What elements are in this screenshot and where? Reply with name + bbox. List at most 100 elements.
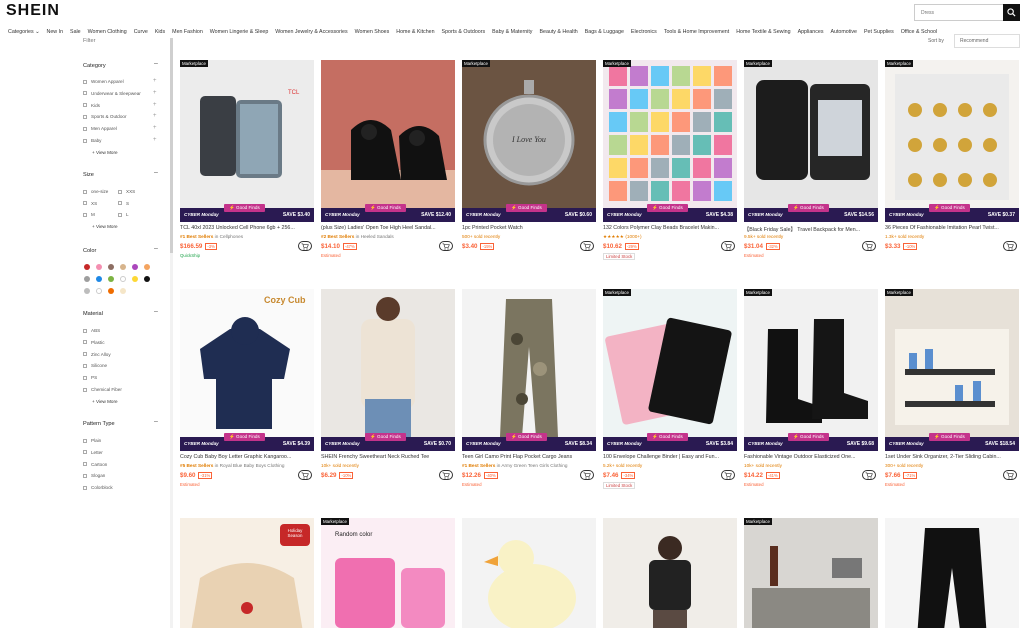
filter-option-category[interactable]: Sports & Outdoor (83, 114, 127, 119)
expand-icon[interactable]: + (153, 113, 157, 119)
product-image[interactable] (321, 289, 455, 437)
nav-item[interactable]: Home & Kitchen (396, 29, 434, 35)
checkbox[interactable] (83, 462, 87, 467)
product-title[interactable]: Teen Girl Camo Print Flap Pocket Cargo J… (462, 454, 596, 460)
nav-item[interactable]: Women Jewelry & Accessories (275, 29, 347, 35)
add-to-cart-button[interactable] (298, 241, 312, 251)
checkbox[interactable] (118, 201, 122, 205)
product-card[interactable]: Marketplace CYBER Monday ⚡ Good Finds SAVE … (603, 60, 737, 260)
checkbox[interactable] (83, 473, 87, 478)
sort-select[interactable]: Recommend (954, 34, 1020, 48)
product-image[interactable] (462, 289, 596, 437)
product-card[interactable] (885, 518, 1019, 628)
color-swatch[interactable] (132, 264, 138, 270)
nav-item[interactable]: Tools & Home Improvement (664, 29, 729, 35)
checkbox[interactable] (83, 450, 87, 455)
product-card[interactable]: Marketplace CYBER Monday ⚡ Good Finds SAVE … (744, 60, 878, 260)
product-title[interactable]: Fashionable Vintage Outdoor Elasticized … (744, 454, 878, 460)
add-to-cart-button[interactable] (580, 470, 594, 480)
product-title[interactable]: Cozy Cub Baby Boy Letter Graphic Kangaro… (180, 454, 314, 460)
add-to-cart-button[interactable] (298, 470, 312, 480)
nav-item[interactable]: Men Fashion (172, 29, 203, 35)
product-image[interactable] (744, 518, 878, 628)
nav-item[interactable]: Automotive (830, 29, 857, 35)
filter-option-size[interactable]: XXS (118, 189, 135, 194)
filter-option-material[interactable]: ABS (83, 328, 100, 333)
product-image[interactable] (462, 518, 596, 628)
add-to-cart-button[interactable] (439, 470, 453, 480)
checkbox[interactable] (83, 485, 87, 490)
checkbox[interactable] (83, 79, 87, 84)
nav-item[interactable]: Office & School (901, 29, 937, 35)
checkbox[interactable] (83, 103, 87, 108)
sidebar-scroll-thumb[interactable] (170, 38, 173, 253)
product-title[interactable]: 1pc Printed Pocket Watch (462, 225, 596, 231)
product-card[interactable]: Marketplace CYBER Monday ⚡ Good Finds SAVE … (885, 60, 1019, 260)
view-more-link[interactable]: + View More (92, 399, 118, 404)
nav-item[interactable]: Curve (134, 29, 148, 35)
color-swatch[interactable] (96, 288, 102, 294)
product-image[interactable] (885, 289, 1019, 437)
color-swatch[interactable] (108, 288, 114, 294)
product-title[interactable]: 100 Envelope Challenge Binder | Easy and… (603, 454, 737, 460)
filter-option-pattern[interactable]: Cartoon (83, 462, 107, 467)
checkbox[interactable] (83, 91, 87, 96)
color-swatch[interactable] (120, 288, 126, 294)
nav-item[interactable]: Sports & Outdoors (442, 29, 486, 35)
nav-item[interactable]: Appliances (798, 29, 824, 35)
size-collapse-toggle[interactable]: – (154, 169, 158, 176)
checkbox[interactable] (83, 352, 87, 357)
color-swatch[interactable] (120, 264, 126, 270)
checkbox[interactable] (83, 138, 87, 143)
product-image[interactable] (180, 289, 314, 437)
product-title[interactable]: 36 Pieces Of Fashionable Imitation Pearl… (885, 225, 1019, 231)
checkbox[interactable] (83, 114, 87, 119)
filter-option-material[interactable]: PS (83, 375, 97, 380)
filter-option-size[interactable]: one-size (83, 189, 108, 194)
checkbox[interactable] (83, 375, 87, 380)
view-more-link[interactable]: + View More (92, 224, 118, 229)
checkbox[interactable] (83, 387, 87, 392)
product-title[interactable]: 132 Colors Polymer Clay Beads Bracelet M… (603, 225, 737, 231)
product-card[interactable]: Marketplace CYBER Monday ⚡ Good Finds SAVE … (744, 289, 878, 489)
product-image[interactable] (885, 60, 1019, 208)
product-title[interactable]: 1set Under Sink Organizer, 2-Tier Slidin… (885, 454, 1019, 460)
nav-item[interactable]: Electronics (631, 29, 657, 35)
add-to-cart-button[interactable] (1003, 470, 1017, 480)
product-title[interactable]: 【Black Friday Sale】 Travel Backpack for … (744, 225, 878, 233)
color-swatch[interactable] (108, 264, 114, 270)
product-card[interactable]: CYBER Monday ⚡ Good Finds SAVE $8.34 Teen G… (462, 289, 596, 489)
add-to-cart-button[interactable] (580, 241, 594, 251)
size-title[interactable]: Size (83, 172, 94, 178)
checkbox[interactable] (83, 363, 87, 368)
nav-item[interactable]: Pet Supplies (864, 29, 894, 35)
color-swatch[interactable] (108, 276, 114, 282)
product-image[interactable]: TCL (180, 60, 314, 208)
product-image[interactable] (321, 60, 455, 208)
nav-item[interactable]: New In (47, 29, 64, 35)
color-swatch[interactable] (132, 276, 138, 282)
filter-option-size[interactable]: S (118, 201, 129, 206)
filter-option-category[interactable]: Men Apparel (83, 126, 117, 131)
filter-option-category[interactable]: Underwear & Sleepwear (83, 91, 141, 96)
filter-option-material[interactable]: Chemical Fiber (83, 387, 122, 392)
filter-option-size[interactable]: M (83, 212, 95, 217)
filter-option-pattern[interactable]: Plain (83, 438, 101, 443)
checkbox[interactable] (83, 340, 87, 345)
filter-option-pattern[interactable]: Colorblock (83, 485, 113, 490)
nav-item[interactable]: Categories ⌄ (8, 29, 40, 35)
color-swatch[interactable] (144, 276, 150, 282)
expand-icon[interactable]: + (153, 78, 157, 84)
expand-icon[interactable]: + (153, 137, 157, 143)
expand-icon[interactable]: + (153, 102, 157, 108)
nav-item[interactable]: Beauty & Health (539, 29, 577, 35)
product-image[interactable] (744, 289, 878, 437)
color-collapse-toggle[interactable]: – (154, 245, 158, 252)
add-to-cart-button[interactable] (721, 470, 735, 480)
product-card[interactable]: Cozy Cub CYBER Monday ⚡ Good Finds SAVE $4.… (180, 289, 314, 489)
add-to-cart-button[interactable] (862, 241, 876, 251)
expand-icon[interactable]: + (153, 90, 157, 96)
product-title[interactable]: SHEIN Frenchy Sweetheart Neck Ruched Tee (321, 454, 455, 460)
material-title[interactable]: Material (83, 311, 103, 317)
product-card[interactable]: Marketplace CYBER Monday ⚡ Good Finds SAVE … (885, 289, 1019, 489)
